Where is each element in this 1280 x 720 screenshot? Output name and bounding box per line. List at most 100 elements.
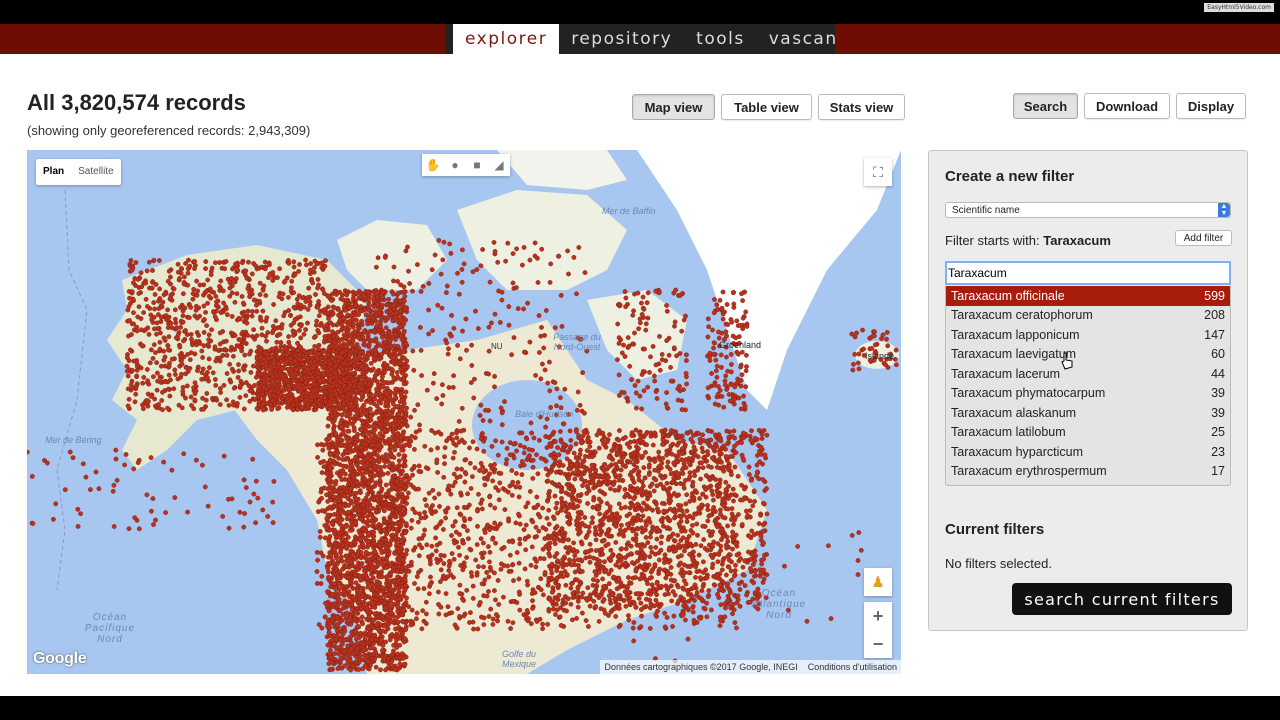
occurrence-point bbox=[374, 452, 380, 458]
occurrence-point bbox=[582, 410, 587, 416]
occurrence-point bbox=[320, 287, 326, 293]
display-button[interactable]: Display bbox=[1176, 93, 1246, 119]
occurrence-point bbox=[687, 498, 693, 504]
search-button[interactable]: Search bbox=[1013, 93, 1078, 119]
occurrence-point bbox=[265, 376, 271, 382]
occurrence-point bbox=[395, 278, 400, 284]
occurrence-point bbox=[305, 306, 311, 312]
occurrence-point bbox=[349, 466, 354, 472]
occurrence-point bbox=[156, 258, 162, 263]
occurrence-point bbox=[374, 370, 379, 376]
occurrence-point bbox=[406, 268, 411, 274]
occurrence-point bbox=[361, 483, 367, 489]
occurrence-point bbox=[499, 297, 505, 303]
occurrence-point bbox=[252, 397, 258, 403]
map-view-button[interactable]: Map view bbox=[632, 94, 715, 120]
occurrence-point bbox=[532, 240, 538, 246]
tab-repository[interactable]: repository bbox=[559, 24, 684, 54]
download-button[interactable]: Download bbox=[1084, 93, 1170, 119]
occurrence-point bbox=[326, 316, 331, 321]
occurrence-point bbox=[356, 667, 362, 672]
occurrence-point bbox=[287, 343, 292, 349]
occurrence-point bbox=[634, 550, 640, 555]
occurrence-point bbox=[271, 302, 277, 307]
occurrence-point bbox=[543, 424, 548, 430]
occurrence-point bbox=[260, 407, 266, 413]
occurrence-point bbox=[156, 401, 162, 407]
occurrence-point bbox=[389, 632, 395, 637]
tab-tools[interactable]: tools bbox=[684, 24, 757, 54]
occurrence-point bbox=[380, 614, 386, 619]
occurrence-point bbox=[125, 403, 131, 409]
occurrence-point bbox=[177, 275, 183, 281]
occurrence-point bbox=[272, 382, 278, 388]
occurrence-point bbox=[459, 267, 465, 272]
occurrence-point bbox=[278, 343, 284, 349]
occurrence-point bbox=[135, 364, 140, 370]
occurrence-point bbox=[347, 411, 353, 417]
occurrence-point bbox=[167, 274, 173, 280]
occurrence-point bbox=[360, 370, 366, 376]
occurrence-point bbox=[386, 506, 392, 511]
occurrence-point bbox=[296, 327, 302, 333]
occurrence-point bbox=[684, 508, 690, 514]
occurrence-point bbox=[239, 348, 245, 354]
occurrence-point bbox=[636, 595, 642, 601]
stats-view-button[interactable]: Stats view bbox=[818, 94, 905, 120]
occurrence-point bbox=[289, 278, 295, 284]
occurrence-point bbox=[308, 261, 313, 267]
occurrence-point bbox=[312, 343, 318, 349]
occurrence-point bbox=[578, 447, 583, 453]
occurrence-point bbox=[335, 306, 341, 312]
occurrence-point bbox=[373, 313, 379, 318]
occurrence-point bbox=[359, 322, 365, 328]
occurrence-point bbox=[308, 267, 313, 273]
occurrence-point bbox=[574, 429, 579, 434]
occurrence-point bbox=[124, 363, 130, 369]
occurrence-point bbox=[577, 402, 583, 408]
occurrence-point bbox=[370, 575, 376, 581]
occurrence-point bbox=[175, 376, 181, 382]
occurrence-point bbox=[353, 290, 359, 296]
occurrence-point bbox=[291, 377, 297, 383]
occurrence-point bbox=[217, 355, 223, 361]
occurrence-point bbox=[353, 355, 358, 361]
occurrence-point bbox=[339, 412, 345, 418]
occurrence-point bbox=[366, 307, 372, 313]
occurrence-point bbox=[223, 306, 229, 312]
occurrence-point bbox=[403, 248, 409, 254]
occurrence-point bbox=[383, 440, 388, 446]
tab-vascan[interactable]: vascan bbox=[757, 24, 850, 54]
occurrence-point bbox=[212, 377, 218, 382]
occurrence-point bbox=[457, 356, 463, 362]
occurrence-point bbox=[172, 367, 178, 373]
occurrence-point bbox=[326, 352, 331, 358]
occurrence-point bbox=[212, 344, 218, 350]
occurrence-point bbox=[284, 378, 290, 384]
occurrence-point bbox=[469, 342, 474, 348]
tab-explorer[interactable]: explorer bbox=[453, 24, 560, 54]
occurrence-point bbox=[582, 270, 588, 276]
occurrence-point bbox=[378, 667, 383, 673]
occurrence-point bbox=[150, 319, 156, 325]
occurrence-point bbox=[131, 280, 136, 286]
occurrence-point bbox=[480, 247, 485, 252]
occurrence-point bbox=[348, 382, 354, 388]
occurrence-point bbox=[158, 363, 164, 369]
occurrence-point bbox=[334, 628, 340, 633]
table-view-button[interactable]: Table view bbox=[721, 94, 812, 120]
occurrence-point bbox=[377, 421, 383, 427]
occurrence-point bbox=[396, 452, 402, 457]
occurrence-point bbox=[459, 247, 465, 253]
occurrence-point bbox=[351, 428, 357, 434]
occurrence-point bbox=[390, 434, 396, 440]
occurrence-point bbox=[358, 412, 364, 418]
occurrence-point bbox=[188, 394, 194, 400]
records-map[interactable]: Plan Satellite ✋ ● ■ ◢ ⛶ Mer de Baffin N… bbox=[27, 150, 901, 674]
occurrence-point bbox=[336, 312, 341, 318]
occurrence-point bbox=[473, 308, 478, 314]
occurrence-point bbox=[320, 365, 326, 371]
occurrence-point bbox=[152, 291, 158, 297]
occurrence-point bbox=[205, 277, 211, 283]
occurrence-point bbox=[513, 285, 519, 291]
